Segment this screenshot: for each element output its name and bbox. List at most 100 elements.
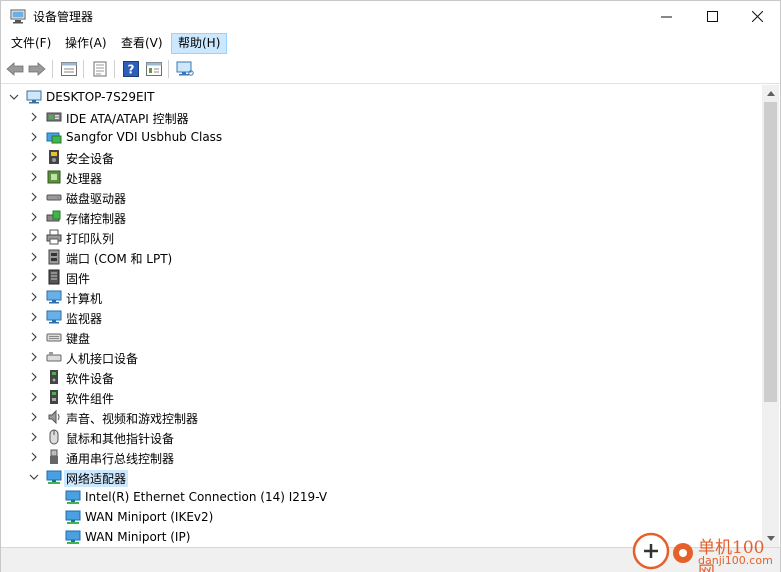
tree-category[interactable]: 人机接口设备 [2, 347, 762, 367]
vertical-scrollbar[interactable] [762, 85, 779, 547]
window-title: 设备管理器 [33, 10, 94, 24]
tree-item-label: 人机接口设备 [66, 352, 139, 366]
usb-icon [50, 449, 58, 464]
minimize-icon [660, 16, 672, 18]
properties-button[interactable] [59, 59, 79, 79]
tree-item-label: 键盘 [66, 332, 91, 346]
tree-item-label: 打印队列 [66, 232, 115, 246]
tree-category[interactable]: 鼠标和其他指针设备 [2, 427, 762, 447]
tree-category[interactable]: 声音、视频和游戏控制器 [2, 407, 762, 427]
computer-root-icon [26, 90, 42, 104]
forward-arrow-icon [28, 62, 46, 76]
scan-hardware-button[interactable] [175, 59, 195, 79]
chevron-right-icon[interactable] [28, 431, 40, 443]
view-button[interactable] [144, 59, 164, 79]
menu-view[interactable]: 查看(V) [115, 33, 169, 54]
monitor-icon [46, 310, 62, 324]
chevron-right-icon[interactable] [28, 291, 40, 303]
menu-file[interactable]: 文件(F) [5, 33, 57, 54]
chevron-right-icon[interactable] [28, 411, 40, 423]
help-icon: ? [123, 61, 139, 77]
tree-category[interactable]: 磁盘驱动器 [2, 187, 762, 207]
close-button[interactable] [734, 1, 780, 32]
tree-item-label: 安全设备 [66, 152, 115, 166]
monitor-icon [176, 61, 194, 76]
watermark-logo-icon [632, 532, 670, 570]
network-card-icon [65, 530, 81, 544]
chevron-right-icon[interactable] [28, 191, 40, 203]
tree-category[interactable]: Sangfor VDI Usbhub Class [2, 127, 762, 147]
tree-device[interactable]: WAN Miniport (IKEv2) [2, 507, 762, 527]
device-manager-app-icon [10, 9, 26, 24]
refresh-icon [93, 61, 107, 77]
tree-category[interactable]: 键盘 [2, 327, 762, 347]
tree-item-label: 磁盘驱动器 [66, 192, 127, 206]
chevron-right-icon[interactable] [28, 171, 40, 183]
scroll-thumb[interactable] [764, 102, 777, 402]
help-button[interactable]: ? [121, 59, 141, 79]
tree-category[interactable]: 存储控制器 [2, 207, 762, 227]
tree-category[interactable]: 监视器 [2, 307, 762, 327]
tree-category[interactable]: 安全设备 [2, 147, 762, 167]
tree-item-label: 软件设备 [66, 372, 115, 386]
watermark-dot-icon [673, 543, 693, 563]
chevron-right-icon[interactable] [28, 391, 40, 403]
tree-category[interactable]: 处理器 [2, 167, 762, 187]
tree-category[interactable]: 固件 [2, 267, 762, 287]
tree-category[interactable]: 软件设备 [2, 367, 762, 387]
chevron-right-icon[interactable] [28, 231, 40, 243]
tree-category[interactable]: 计算机 [2, 287, 762, 307]
back-arrow-icon [6, 62, 24, 76]
chevron-right-icon[interactable] [28, 211, 40, 223]
menu-action[interactable]: 操作(A) [59, 33, 113, 54]
chevron-right-icon[interactable] [28, 251, 40, 263]
network-card-icon [65, 490, 81, 504]
tree-root[interactable]: DESKTOP-7S29EIT [2, 87, 762, 107]
ide-controller-icon [46, 112, 62, 122]
tree-category[interactable]: IDE ATA/ATAPI 控制器 [2, 107, 762, 127]
scroll-up-button[interactable] [762, 85, 779, 102]
device-tree[interactable]: DESKTOP-7S29EIT IDE ATA/ATAPI 控制器 Sangfor … [2, 85, 762, 547]
tree-device[interactable]: Intel(R) Ethernet Connection (14) I219-V [2, 487, 762, 507]
tree-item-label: 计算机 [66, 292, 103, 306]
tree-category[interactable]: 打印队列 [2, 227, 762, 247]
back-button[interactable] [5, 59, 25, 79]
chevron-right-icon[interactable] [28, 351, 40, 363]
chevron-right-icon[interactable] [28, 371, 40, 383]
tree-category[interactable]: 端口 (COM 和 LPT) [2, 247, 762, 267]
forward-button[interactable] [27, 59, 47, 79]
chevron-down-icon[interactable] [28, 471, 40, 483]
toolbar: ? [1, 55, 780, 84]
device-manager-window: 设备管理器 文件(F) 操作(A) 查看(V) 帮助(H) ? DESKTOP-… [0, 0, 781, 572]
tree-category[interactable]: 网络适配器 [2, 467, 762, 487]
maximize-icon [706, 11, 718, 22]
chevron-right-icon[interactable] [28, 451, 40, 463]
keyboard-icon [46, 333, 62, 342]
chevron-right-icon[interactable] [28, 151, 40, 163]
tree-category[interactable]: 软件组件 [2, 387, 762, 407]
chevron-right-icon[interactable] [28, 131, 40, 143]
network-card-icon [65, 510, 81, 524]
chevron-right-icon[interactable] [28, 111, 40, 123]
tree-category[interactable]: 通用串行总线控制器 [2, 447, 762, 467]
svg-text:?: ? [128, 63, 135, 77]
chevron-right-icon[interactable] [28, 311, 40, 323]
minimize-button[interactable] [643, 1, 689, 32]
title-bar: 设备管理器 [1, 1, 780, 32]
maximize-button[interactable] [689, 1, 735, 32]
chevron-down-icon[interactable] [8, 91, 20, 103]
mouse-icon [49, 429, 59, 445]
chevron-right-icon[interactable] [28, 331, 40, 343]
toolbar-separator [114, 60, 115, 78]
tree-item-label: WAN Miniport (IKEv2) [85, 510, 214, 524]
scroll-up-icon [766, 91, 775, 96]
tree-item-label: 处理器 [66, 172, 103, 186]
port-icon [48, 249, 60, 265]
processor-icon [47, 170, 61, 184]
tree-item-label: 通用串行总线控制器 [66, 452, 175, 466]
refresh-button[interactable] [90, 59, 110, 79]
storage-controller-icon [46, 210, 61, 222]
menu-help[interactable]: 帮助(H) [171, 33, 228, 54]
chevron-right-icon[interactable] [28, 271, 40, 283]
close-icon [751, 11, 763, 22]
